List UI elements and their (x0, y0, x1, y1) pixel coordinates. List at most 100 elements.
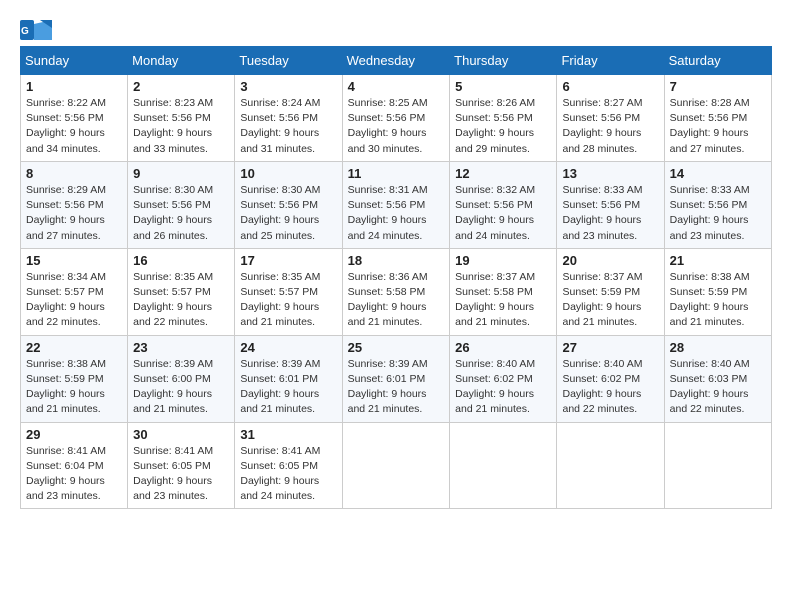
calendar-cell: 24 Sunrise: 8:39 AMSunset: 6:01 PMDayligh… (235, 335, 342, 422)
day-info: Sunrise: 8:34 AMSunset: 5:57 PMDaylight:… (26, 270, 122, 331)
day-info: Sunrise: 8:27 AMSunset: 5:56 PMDaylight:… (562, 96, 658, 157)
page-header: G (20, 20, 772, 40)
day-number: 1 (26, 79, 122, 94)
day-number: 21 (670, 253, 766, 268)
calendar-cell: 20 Sunrise: 8:37 AMSunset: 5:59 PMDayligh… (557, 248, 664, 335)
day-info: Sunrise: 8:35 AMSunset: 5:57 PMDaylight:… (240, 270, 336, 331)
calendar-table: SundayMondayTuesdayWednesdayThursdayFrid… (20, 46, 772, 509)
calendar-week-row: 1 Sunrise: 8:22 AMSunset: 5:56 PMDaylight… (21, 75, 772, 162)
calendar-cell: 22 Sunrise: 8:38 AMSunset: 5:59 PMDayligh… (21, 335, 128, 422)
day-number: 26 (455, 340, 551, 355)
day-info: Sunrise: 8:41 AMSunset: 6:05 PMDaylight:… (240, 444, 336, 505)
day-info: Sunrise: 8:41 AMSunset: 6:05 PMDaylight:… (133, 444, 229, 505)
day-number: 14 (670, 166, 766, 181)
day-number: 20 (562, 253, 658, 268)
day-info: Sunrise: 8:35 AMSunset: 5:57 PMDaylight:… (133, 270, 229, 331)
day-number: 17 (240, 253, 336, 268)
day-number: 9 (133, 166, 229, 181)
calendar-cell (450, 422, 557, 509)
day-number: 29 (26, 427, 122, 442)
calendar-day-header: Friday (557, 47, 664, 75)
calendar-cell: 3 Sunrise: 8:24 AMSunset: 5:56 PMDaylight… (235, 75, 342, 162)
logo-icon: G (20, 20, 52, 40)
day-number: 12 (455, 166, 551, 181)
calendar-cell: 12Sunrise: 8:32 AMSunset: 5:56 PMDayligh… (450, 161, 557, 248)
calendar-day-header: Saturday (664, 47, 771, 75)
calendar-cell: 2 Sunrise: 8:23 AMSunset: 5:56 PMDaylight… (128, 75, 235, 162)
day-number: 30 (133, 427, 229, 442)
calendar-cell: 13Sunrise: 8:33 AMSunset: 5:56 PMDayligh… (557, 161, 664, 248)
calendar-cell: 27Sunrise: 8:40 AMSunset: 6:02 PMDayligh… (557, 335, 664, 422)
calendar-cell: 11 Sunrise: 8:31 AMSunset: 5:56 PMDayligh… (342, 161, 450, 248)
calendar-cell: 5 Sunrise: 8:26 AMSunset: 5:56 PMDaylight… (450, 75, 557, 162)
calendar-cell: 23Sunrise: 8:39 AMSunset: 6:00 PMDayligh… (128, 335, 235, 422)
calendar-cell: 30 Sunrise: 8:41 AMSunset: 6:05 PMDayligh… (128, 422, 235, 509)
day-number: 19 (455, 253, 551, 268)
calendar-cell (557, 422, 664, 509)
calendar-cell: 15Sunrise: 8:34 AMSunset: 5:57 PMDayligh… (21, 248, 128, 335)
day-info: Sunrise: 8:29 AMSunset: 5:56 PMDaylight:… (26, 183, 122, 244)
day-number: 6 (562, 79, 658, 94)
day-info: Sunrise: 8:38 AMSunset: 5:59 PMDaylight:… (26, 357, 122, 418)
calendar-cell: 1 Sunrise: 8:22 AMSunset: 5:56 PMDaylight… (21, 75, 128, 162)
day-info: Sunrise: 8:39 AMSunset: 6:01 PMDaylight:… (348, 357, 445, 418)
day-info: Sunrise: 8:25 AMSunset: 5:56 PMDaylight:… (348, 96, 445, 157)
day-info: Sunrise: 8:30 AMSunset: 5:56 PMDaylight:… (133, 183, 229, 244)
day-info: Sunrise: 8:28 AMSunset: 5:56 PMDaylight:… (670, 96, 766, 157)
day-info: Sunrise: 8:31 AMSunset: 5:56 PMDaylight:… (348, 183, 445, 244)
calendar-week-row: 8 Sunrise: 8:29 AMSunset: 5:56 PMDaylight… (21, 161, 772, 248)
day-number: 5 (455, 79, 551, 94)
calendar-cell: 6 Sunrise: 8:27 AMSunset: 5:56 PMDaylight… (557, 75, 664, 162)
day-info: Sunrise: 8:24 AMSunset: 5:56 PMDaylight:… (240, 96, 336, 157)
day-number: 22 (26, 340, 122, 355)
day-number: 10 (240, 166, 336, 181)
day-info: Sunrise: 8:40 AMSunset: 6:03 PMDaylight:… (670, 357, 766, 418)
svg-text:G: G (21, 26, 29, 37)
calendar-cell: 29 Sunrise: 8:41 AMSunset: 6:04 PMDayligh… (21, 422, 128, 509)
calendar-week-row: 29 Sunrise: 8:41 AMSunset: 6:04 PMDayligh… (21, 422, 772, 509)
day-info: Sunrise: 8:37 AMSunset: 5:59 PMDaylight:… (562, 270, 658, 331)
calendar-cell: 14 Sunrise: 8:33 AMSunset: 5:56 PMDayligh… (664, 161, 771, 248)
day-number: 4 (348, 79, 445, 94)
day-info: Sunrise: 8:37 AMSunset: 5:58 PMDaylight:… (455, 270, 551, 331)
day-info: Sunrise: 8:36 AMSunset: 5:58 PMDaylight:… (348, 270, 445, 331)
calendar-cell: 31Sunrise: 8:41 AMSunset: 6:05 PMDayligh… (235, 422, 342, 509)
calendar-day-header: Wednesday (342, 47, 450, 75)
calendar-cell: 28Sunrise: 8:40 AMSunset: 6:03 PMDayligh… (664, 335, 771, 422)
calendar-cell: 18Sunrise: 8:36 AMSunset: 5:58 PMDayligh… (342, 248, 450, 335)
calendar-cell: 16Sunrise: 8:35 AMSunset: 5:57 PMDayligh… (128, 248, 235, 335)
day-number: 8 (26, 166, 122, 181)
calendar-week-row: 15Sunrise: 8:34 AMSunset: 5:57 PMDayligh… (21, 248, 772, 335)
day-number: 2 (133, 79, 229, 94)
calendar-cell: 7Sunrise: 8:28 AMSunset: 5:56 PMDaylight… (664, 75, 771, 162)
day-info: Sunrise: 8:39 AMSunset: 6:01 PMDaylight:… (240, 357, 336, 418)
day-number: 3 (240, 79, 336, 94)
day-info: Sunrise: 8:23 AMSunset: 5:56 PMDaylight:… (133, 96, 229, 157)
day-number: 11 (348, 166, 445, 181)
calendar-cell (342, 422, 450, 509)
day-number: 25 (348, 340, 445, 355)
calendar-day-header: Thursday (450, 47, 557, 75)
calendar-cell: 8 Sunrise: 8:29 AMSunset: 5:56 PMDaylight… (21, 161, 128, 248)
calendar-cell: 10 Sunrise: 8:30 AMSunset: 5:56 PMDayligh… (235, 161, 342, 248)
day-number: 24 (240, 340, 336, 355)
day-info: Sunrise: 8:26 AMSunset: 5:56 PMDaylight:… (455, 96, 551, 157)
calendar-cell: 17 Sunrise: 8:35 AMSunset: 5:57 PMDayligh… (235, 248, 342, 335)
day-info: Sunrise: 8:30 AMSunset: 5:56 PMDaylight:… (240, 183, 336, 244)
day-info: Sunrise: 8:33 AMSunset: 5:56 PMDaylight:… (670, 183, 766, 244)
calendar-cell: 19 Sunrise: 8:37 AMSunset: 5:58 PMDayligh… (450, 248, 557, 335)
calendar-day-header: Monday (128, 47, 235, 75)
calendar-day-header: Sunday (21, 47, 128, 75)
calendar-header-row: SundayMondayTuesdayWednesdayThursdayFrid… (21, 47, 772, 75)
calendar-cell: 4 Sunrise: 8:25 AMSunset: 5:56 PMDaylight… (342, 75, 450, 162)
day-info: Sunrise: 8:41 AMSunset: 6:04 PMDaylight:… (26, 444, 122, 505)
day-info: Sunrise: 8:38 AMSunset: 5:59 PMDaylight:… (670, 270, 766, 331)
calendar-cell (664, 422, 771, 509)
day-info: Sunrise: 8:39 AMSunset: 6:00 PMDaylight:… (133, 357, 229, 418)
day-info: Sunrise: 8:22 AMSunset: 5:56 PMDaylight:… (26, 96, 122, 157)
logo: G (20, 20, 56, 40)
day-info: Sunrise: 8:33 AMSunset: 5:56 PMDaylight:… (562, 183, 658, 244)
calendar-week-row: 22 Sunrise: 8:38 AMSunset: 5:59 PMDayligh… (21, 335, 772, 422)
calendar-cell: 26Sunrise: 8:40 AMSunset: 6:02 PMDayligh… (450, 335, 557, 422)
calendar-cell: 25 Sunrise: 8:39 AMSunset: 6:01 PMDayligh… (342, 335, 450, 422)
